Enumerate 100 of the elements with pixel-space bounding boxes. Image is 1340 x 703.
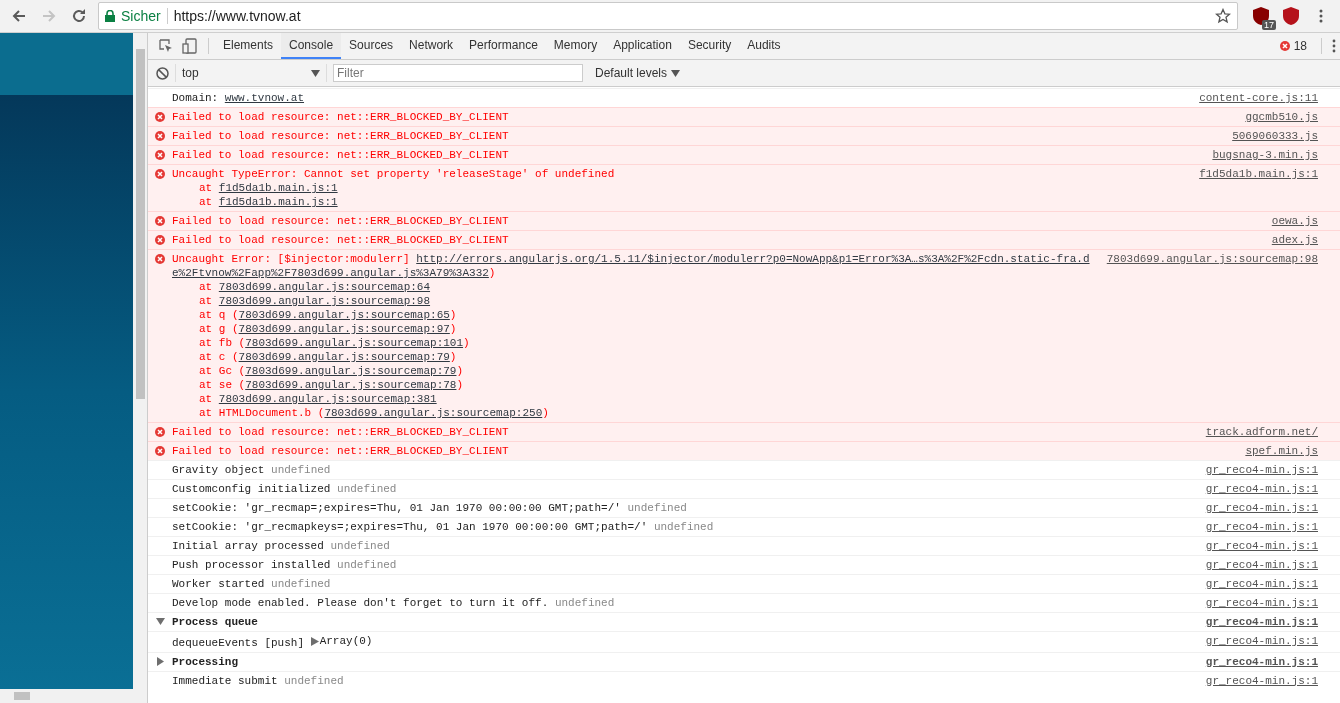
source-link[interactable]: http://errors.angularjs.org/1.5.11/$injector/modulerr?p0=NowApp&p1=Error%3A…s%3A%2F%2Fcdn.static-fra.d [416,253,1090,265]
source-link[interactable]: ggcmb510.js [1233,110,1318,124]
stack-trace-line: at 7803d699.angular.js:sourcemap:381 [198,392,437,406]
error-icon [155,254,165,264]
devtools-tab[interactable]: Audits [739,33,789,59]
console-message: e%2Ftvnow%2Fapp%2F7803d699.angular.js%3A79%3A332) [172,266,496,280]
source-link[interactable]: gr_reco4-min.js:1 [1193,615,1318,629]
console-message: setCookie: 'gr_recmapkeys=;expires=Thu, 01 Jan 1970 00:00:00 GMT;path=/' undefined [172,520,714,534]
devtools-tab[interactable]: Application [605,33,680,59]
source-link[interactable]: track.adform.net/ [1193,425,1318,439]
source-link[interactable]: e%2Ftvnow%2Fapp%2F7803d699.angular.js%3A79%3A332 [172,267,489,279]
devtools-tab[interactable]: Network [401,33,462,59]
object-preview[interactable]: Array(0) [310,634,373,648]
console-message: Develop mode enabled. Please don't forget to turn it off. undefined [172,596,615,610]
source-link[interactable]: gr_reco4-min.js:1 [1193,501,1318,515]
source-link[interactable]: content-core.js:11 [1187,91,1318,105]
source-link[interactable]: gr_reco4-min.js:1 [1193,482,1318,496]
source-link[interactable]: gr_reco4-min.js:1 [1193,520,1318,534]
vertical-scrollbar[interactable] [133,33,147,703]
stack-trace-line: at 7803d699.angular.js:sourcemap:64 [198,280,431,294]
reload-icon[interactable] [71,8,87,24]
collapsed-triangle-icon[interactable] [155,656,165,666]
menu-icon[interactable] [1319,9,1323,23]
console-message: Failed to load resource: net::ERR_BLOCKED_BY_CLIENT [172,444,509,458]
console-message: Worker started undefined [172,577,331,591]
error-icon [155,235,165,245]
error-icon [155,169,165,179]
error-count[interactable]: 18 [1293,39,1307,53]
source-link[interactable]: 7803d699.angular.js:sourcemap:79 [245,365,457,377]
lock-icon [105,10,115,22]
error-icon [155,216,165,226]
filter-field[interactable]: Filter [333,64,583,82]
source-link[interactable]: 5069060333.js [1220,129,1318,143]
clear-console-icon[interactable] [156,66,169,80]
source-link[interactable]: 7803d699.angular.js:sourcemap:98 [1094,252,1318,420]
stack-trace-line: at c (7803d699.angular.js:sourcemap:79) [198,350,457,364]
console-message: Failed to load resource: net::ERR_BLOCKED_BY_CLIENT [172,110,509,124]
source-link[interactable]: www.tvnow.at [224,92,305,104]
console-message: Initial array processed undefined [172,539,390,553]
shield-extension-icon[interactable] [1282,6,1300,26]
source-link[interactable]: gr_reco4-min.js:1 [1193,463,1318,477]
devtools-tab[interactable]: Console [281,33,342,59]
source-link[interactable]: 7803d699.angular.js:sourcemap:101 [245,337,464,349]
levels-dropdown[interactable]: Default levels [589,66,687,80]
source-link[interactable]: 7803d699.angular.js:sourcemap:79 [238,351,450,363]
back-arrow-icon[interactable] [11,8,27,24]
console-message: Failed to load resource: net::ERR_BLOCKED_BY_CLIENT [172,129,509,143]
source-link[interactable]: gr_reco4-min.js:1 [1193,673,1318,688]
dropdown-caret-icon[interactable] [671,69,681,77]
stack-trace-line: at g (7803d699.angular.js:sourcemap:97) [198,322,457,336]
console-message: setCookie: 'gr_recmap=;expires=Thu, 01 Jan 1970 00:00:00 GMT;path=/' undefined [172,501,687,515]
source-link[interactable]: 7803d699.angular.js:sourcemap:78 [245,379,457,391]
source-link[interactable]: gr_reco4-min.js:1 [1193,634,1318,650]
source-link[interactable]: 7803d699.angular.js:sourcemap:250 [324,407,543,419]
source-link[interactable]: gr_reco4-min.js:1 [1193,577,1318,591]
source-link[interactable]: gr_reco4-min.js:1 [1193,558,1318,572]
source-link[interactable]: adex.js [1259,233,1318,247]
stack-trace-line: at f1d5da1b.main.js:1 [198,181,338,195]
console-message: Failed to load resource: net::ERR_BLOCKED_BY_CLIENT [172,233,509,247]
source-link[interactable]: gr_reco4-min.js:1 [1193,539,1318,553]
source-link[interactable]: f1d5da1b.main.js:1 [218,182,338,194]
horizontal-scrollbar[interactable] [0,689,133,703]
error-icon [155,150,165,160]
console-message: Failed to load resource: net::ERR_BLOCKED_BY_CLIENT [172,214,509,228]
console-message: Failed to load resource: net::ERR_BLOCKED_BY_CLIENT [172,148,509,162]
source-link[interactable]: 7803d699.angular.js:sourcemap:98 [218,295,431,307]
source-link[interactable]: bugsnag-3.min.js [1200,148,1318,162]
devtools-tab[interactable]: Performance [461,33,546,59]
console-message: Processing [172,654,238,669]
source-link[interactable]: 7803d699.angular.js:sourcemap:65 [238,309,450,321]
source-link[interactable]: 7803d699.angular.js:sourcemap:381 [218,393,437,405]
source-link[interactable]: 7803d699.angular.js:sourcemap:64 [218,281,431,293]
url-text: https://www.tvnow.at [173,8,302,24]
security-label: Sicher [121,8,161,24]
expanded-triangle-icon[interactable] [155,617,165,626]
devtools-tab[interactable]: Security [679,33,740,59]
source-link[interactable]: f1d5da1b.main.js:1 [218,196,338,208]
source-link[interactable]: gr_reco4-min.js:1 [1193,654,1318,669]
source-link[interactable]: spef.min.js [1233,444,1318,458]
devtools-tab[interactable]: Memory [545,33,606,59]
bookmark-star-icon[interactable] [1215,8,1231,24]
extension-badge: 17 [1262,20,1276,30]
devtools-tab[interactable]: Elements [215,33,282,59]
source-link[interactable]: gr_reco4-min.js:1 [1193,596,1318,610]
stack-trace-line: at fb (7803d699.angular.js:sourcemap:101) [198,336,470,350]
source-link[interactable]: f1d5da1b.main.js:1 [1187,167,1318,209]
source-link[interactable]: oewa.js [1259,214,1318,228]
console-message: Uncaught TypeError: Cannot set property 'releaseStage' of undefined [172,167,615,181]
address-bar[interactable]: Sicher https://www.tvnow.at [98,2,1238,30]
console-message: Uncaught Error: [$injector:modulerr] http://errors.angularjs.org/1.5.11/$injector/modulerr?p0=NowApp&p1=Error%3A…s%3A%2F%2Fcdn.static-fra.d [172,252,1090,266]
devtools-tab[interactable]: Sources [341,33,402,59]
error-icon [155,131,165,141]
context-selector[interactable]: top [175,64,327,82]
stack-trace-line: at HTMLDocument.b (7803d699.angular.js:sourcemap:250) [198,406,549,420]
console-message: dequeueEvents [push] Array(0) [172,634,373,650]
console-message: Gravity object undefined [172,463,331,477]
dropdown-caret-icon[interactable] [311,69,320,77]
error-icon [155,112,165,122]
source-link[interactable]: 7803d699.angular.js:sourcemap:97 [238,323,450,335]
collapsed-triangle-icon[interactable] [310,636,319,646]
